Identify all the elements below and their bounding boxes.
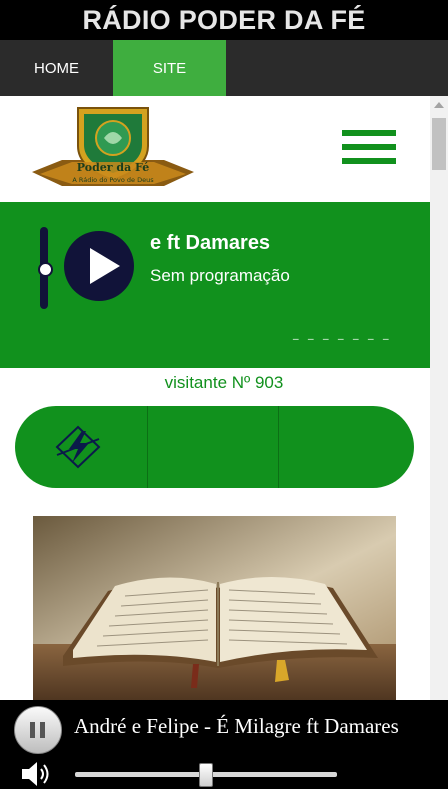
play-button[interactable] [64, 231, 134, 301]
action-button-bar [15, 406, 414, 488]
top-nav: HOME SITE [0, 40, 448, 96]
menu-button[interactable] [342, 130, 396, 164]
site-header: Poder da Fé A Rádio do Povo de Deus [0, 96, 430, 202]
logo-subtext: A Rádio do Povo de Deus [72, 176, 154, 184]
empty-button-3[interactable] [279, 406, 414, 488]
song-title: e ft Damares [150, 232, 271, 254]
program-name: Sem programação [150, 266, 290, 285]
hamburger-icon [342, 130, 396, 136]
volume-knob[interactable] [38, 262, 53, 277]
visitor-counter: visitante Nº 903 [164, 373, 284, 392]
scrollbar[interactable] [430, 96, 448, 701]
logo-text: Poder da Fé [77, 161, 149, 174]
lightning-button[interactable] [15, 406, 147, 488]
station-logo[interactable]: Poder da Fé A Rádio do Povo de Deus [32, 102, 194, 192]
pause-button[interactable] [14, 706, 62, 754]
pause-icon [30, 722, 35, 738]
app-title: RÁDIO PODER DA FÉ [0, 0, 448, 40]
now-playing-title: André e Felipe - É Milagre ft Damares [74, 714, 399, 738]
progress-dashes: _ _ _ _ _ _ _ [293, 327, 392, 340]
tab-home[interactable]: HOME [0, 40, 113, 96]
volume-thumb[interactable] [199, 763, 213, 787]
bottom-player-bar: André e Felipe - É Milagre ft Damares [0, 700, 448, 789]
player-panel: e ft Damares Sem programação _ _ _ _ _ _… [0, 202, 430, 368]
lightning-icon [55, 425, 101, 469]
scroll-up-icon[interactable] [434, 102, 444, 108]
empty-button-2[interactable] [148, 406, 278, 488]
speaker-icon[interactable] [20, 760, 54, 788]
play-icon [90, 248, 120, 284]
scroll-thumb[interactable] [432, 118, 446, 170]
bible-image [33, 516, 396, 701]
tab-site[interactable]: SITE [113, 40, 226, 96]
